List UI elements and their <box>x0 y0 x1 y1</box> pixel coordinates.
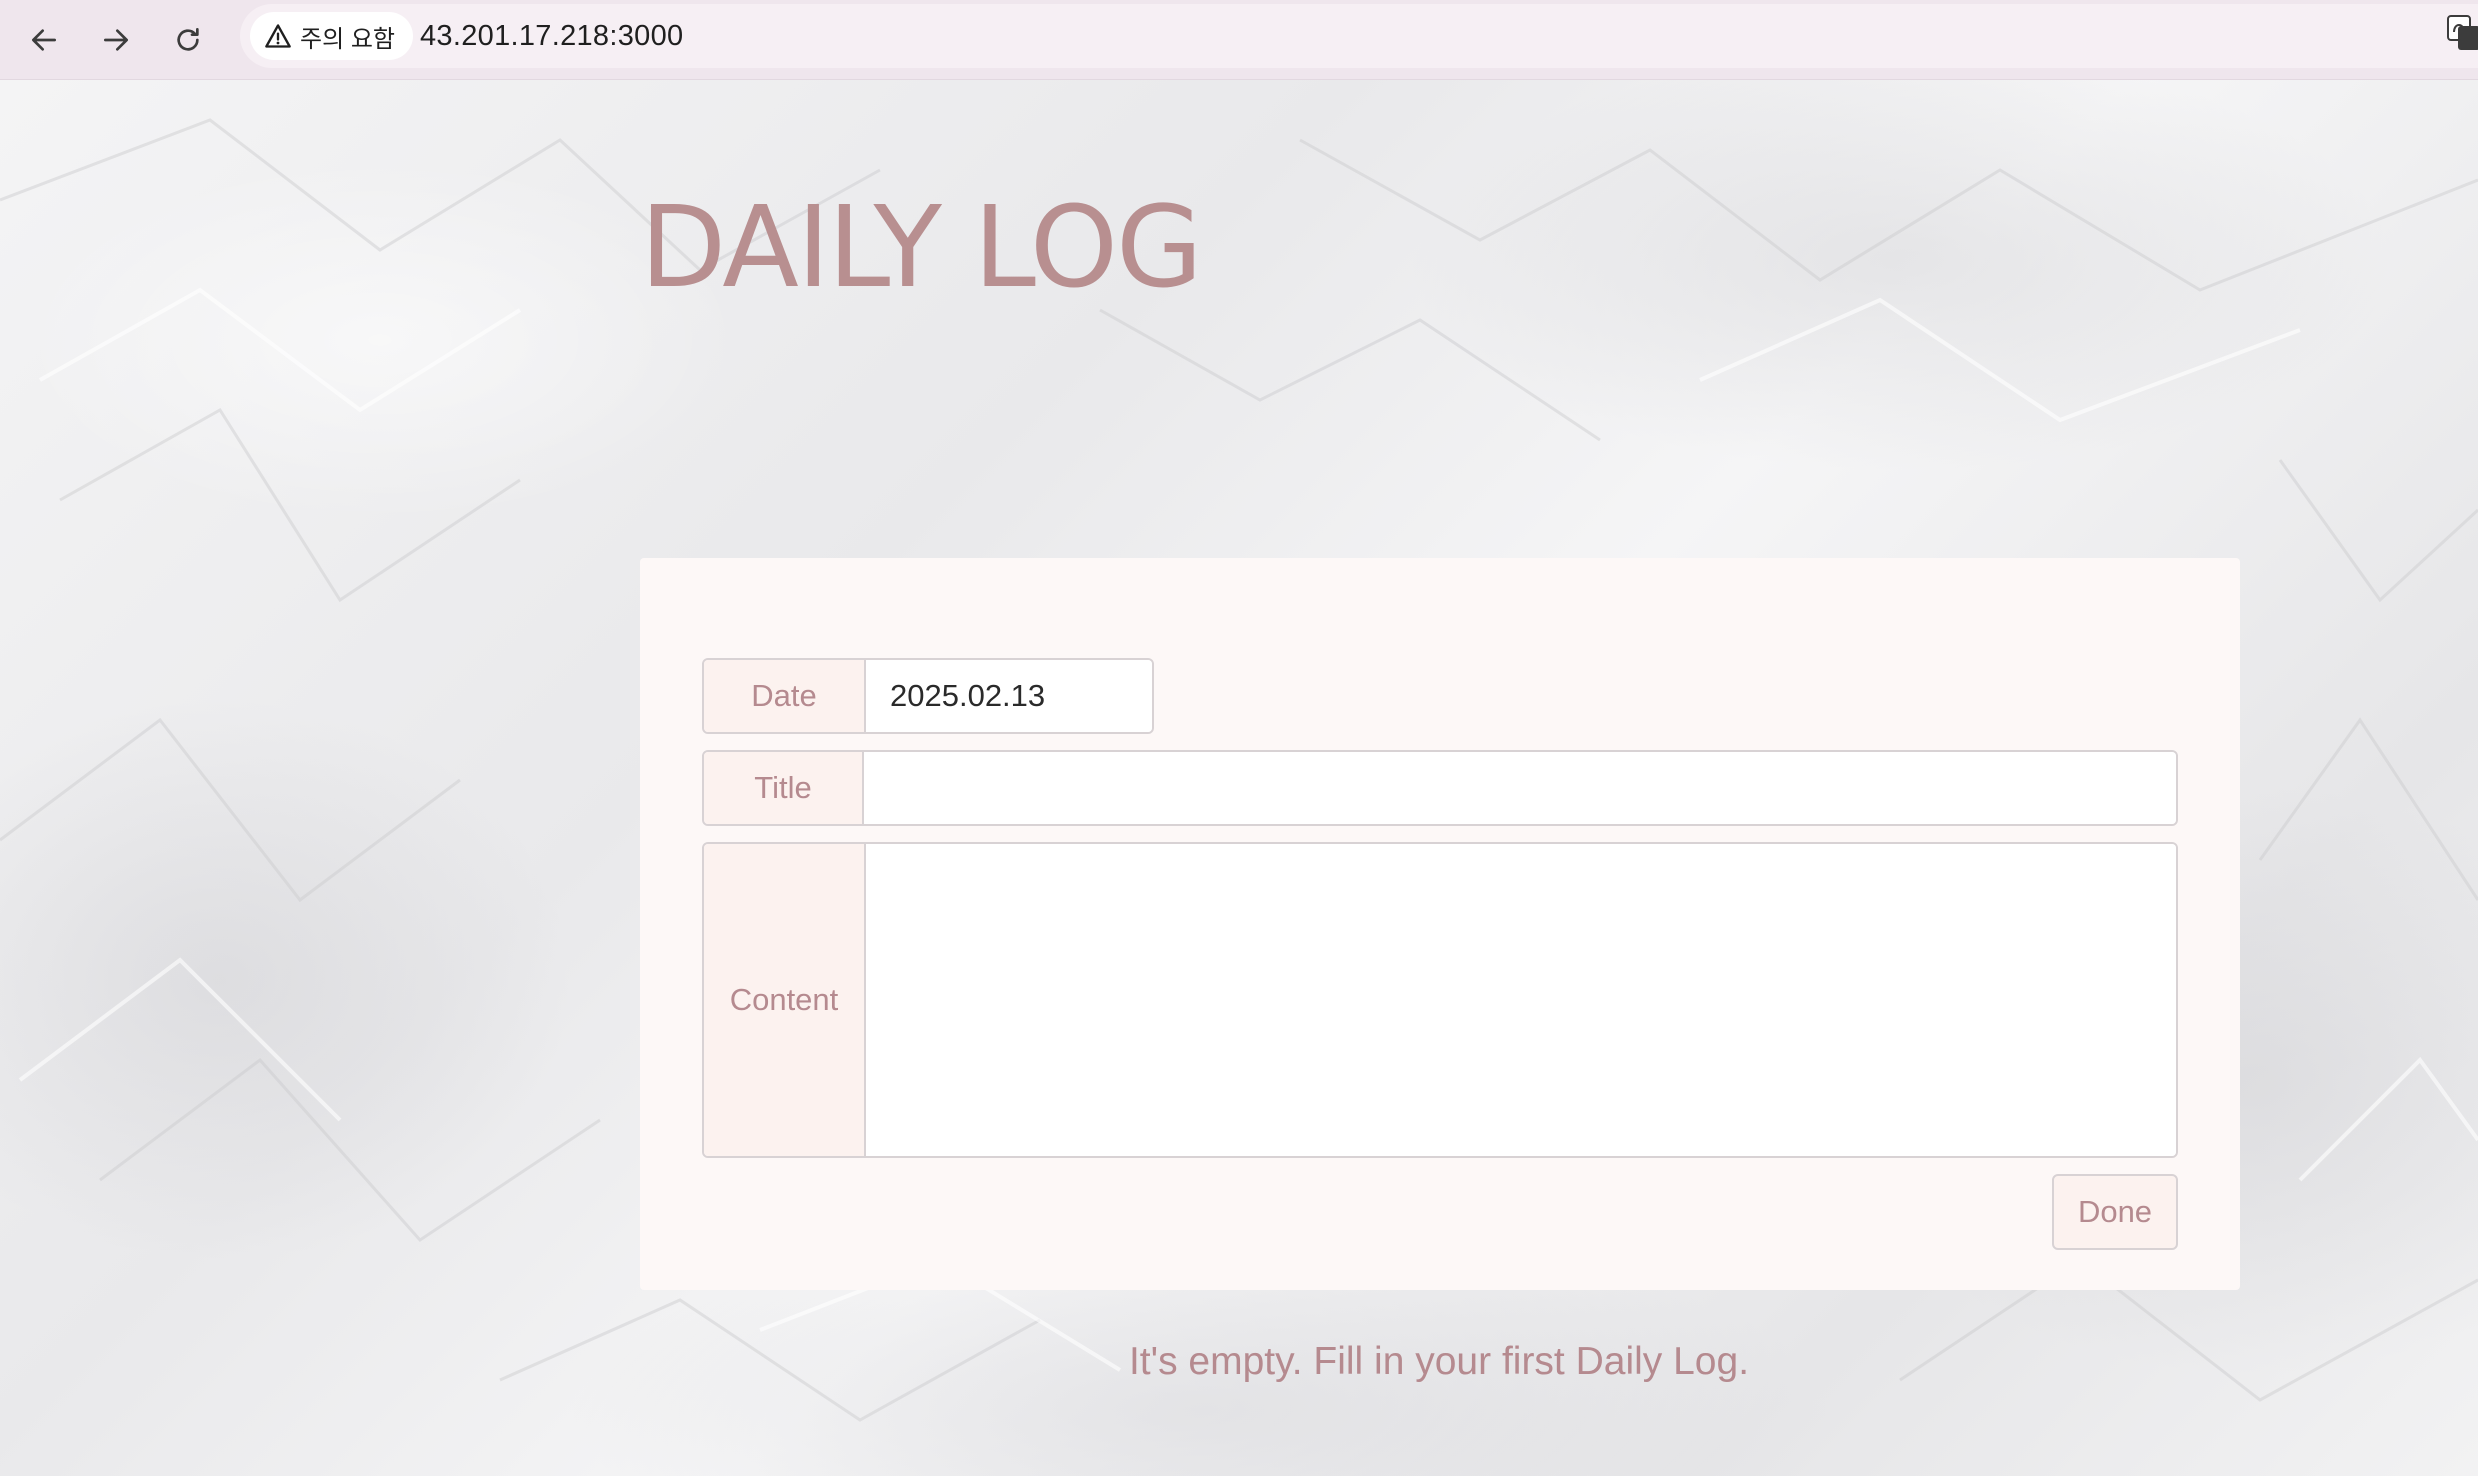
date-input[interactable] <box>866 660 1152 732</box>
page-background: DAILY LOG Date Title Content Done <box>0 80 2478 1476</box>
done-button[interactable]: Done <box>2052 1174 2178 1250</box>
arrow-left-icon <box>32 29 56 51</box>
address-bar[interactable]: 주의 요함 43.201.17.218:3000 <box>240 4 2478 68</box>
date-field-row: Date <box>702 658 1154 734</box>
content-field-row: Content <box>702 842 2178 1158</box>
browser-toolbar: 주의 요함 43.201.17.218:3000 <box>0 0 2478 80</box>
arrow-right-icon <box>104 29 128 51</box>
forward-button[interactable] <box>88 12 144 68</box>
title-field-row: Title <box>702 750 2178 826</box>
app-title: DAILY LOG <box>640 183 1203 313</box>
empty-state-message: It's empty. Fill in your first Daily Log… <box>1128 1340 1750 1383</box>
title-label: Title <box>704 752 864 824</box>
title-input[interactable] <box>864 752 2176 824</box>
url-text[interactable]: 43.201.17.218:3000 <box>420 4 683 68</box>
warning-triangle-icon <box>265 24 291 48</box>
translate-icon[interactable] <box>2446 14 2478 52</box>
back-button[interactable] <box>16 12 72 68</box>
content-textarea[interactable] <box>866 844 2176 1156</box>
security-label: 주의 요함 <box>300 25 395 53</box>
date-label: Date <box>704 660 866 732</box>
reload-button[interactable] <box>160 12 216 68</box>
security-chip[interactable]: 주의 요함 <box>250 12 413 60</box>
log-form-card: Date Title Content Done <box>640 558 2240 1290</box>
content-label: Content <box>704 844 866 1156</box>
reload-icon <box>177 28 199 51</box>
